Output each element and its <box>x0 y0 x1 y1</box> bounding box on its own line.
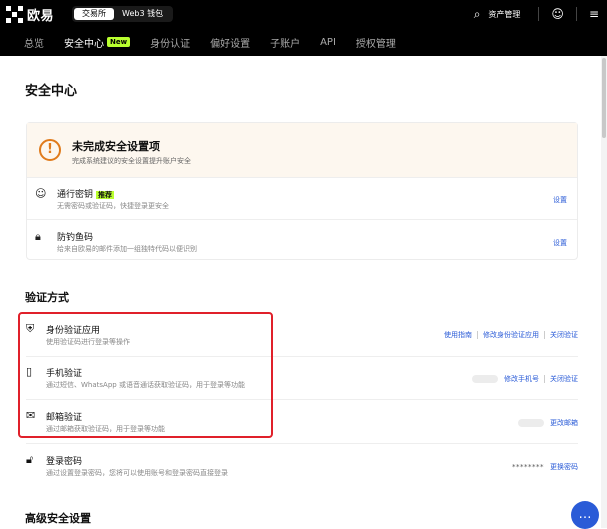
password-title: 登录密码 <box>46 457 83 467</box>
anti-phishing-title: 防钓鱼码 <box>57 233 94 243</box>
masked-email <box>518 419 544 427</box>
search-icon[interactable]: ⌕ <box>474 7 481 22</box>
change-email-link[interactable]: 更改邮箱 <box>550 418 578 428</box>
logo-mark-icon <box>6 6 23 23</box>
divider <box>477 331 478 339</box>
masked-phone-number <box>472 375 498 383</box>
row-divider <box>26 443 578 444</box>
disable-phone-link[interactable]: 关闭验证 <box>550 374 578 384</box>
warning-title: 未完成安全设置项 <box>72 140 160 153</box>
menu-icon[interactable]: ≡ <box>589 7 599 21</box>
warning-header: ! 未完成安全设置项 完成系统建议的安全设置提升账户安全 <box>27 123 577 178</box>
phone-actions: 修改手机号 关闭验证 <box>472 374 578 384</box>
assets-menu[interactable]: 资产管理 <box>488 9 520 20</box>
passkey-title: 通行密钥 推荐 <box>57 187 115 200</box>
logo-text: 欧易 <box>27 9 55 24</box>
passkey-icon: ☺ <box>35 187 47 200</box>
tab-security-center-label: 安全中心 <box>64 38 104 50</box>
recommended-badge: 推荐 <box>96 191 115 199</box>
authenticator-actions: 使用指南 修改身份验证应用 关闭验证 <box>444 330 578 340</box>
top-bar: 欧易 交易所 Web3 钱包 ⌕ 资产管理 ☺ ≡ <box>0 0 607 28</box>
tab-overview[interactable]: 总览 <box>24 35 44 50</box>
scrollbar-thumb[interactable] <box>602 58 606 138</box>
divider <box>544 331 545 339</box>
usage-guide-link[interactable]: 使用指南 <box>444 330 472 340</box>
switch-web3-wallet[interactable]: Web3 钱包 <box>114 8 171 20</box>
user-icon[interactable]: ☺ <box>551 7 564 21</box>
passkey-row: ☺ 通行密钥 推荐 无需密码或验证码，快捷登录更安全 设置 <box>27 179 577 220</box>
warning-icon: ! <box>39 139 61 161</box>
tab-subaccounts[interactable]: 子账户 <box>270 35 300 50</box>
email-actions: 更改邮箱 <box>518 418 578 428</box>
divider <box>538 7 540 21</box>
passkey-setup-link[interactable]: 设置 <box>553 195 567 205</box>
lock-icon: 🔒︎ <box>35 230 41 243</box>
support-chat-icon[interactable]: … <box>571 501 599 529</box>
warning-subtitle: 完成系统建议的安全设置提升账户安全 <box>72 157 191 165</box>
change-phone-link[interactable]: 修改手机号 <box>504 374 539 384</box>
tab-authorization[interactable]: 授权管理 <box>356 35 396 50</box>
password-actions: ******** 更换密码 <box>512 462 578 472</box>
change-password-link[interactable]: 更换密码 <box>550 462 578 472</box>
passkey-title-text: 通行密钥 <box>57 190 94 200</box>
switch-exchange[interactable]: 交易所 <box>74 8 114 20</box>
unlock-icon: 🔓︎ <box>26 453 34 466</box>
top-right-controls: ⌕ 资产管理 ☺ ≡ <box>466 0 607 28</box>
change-authenticator-link[interactable]: 修改身份验证应用 <box>483 330 539 340</box>
anti-phishing-subtitle: 给来自欧易的邮件添加一组独特代码以便识别 <box>57 245 197 253</box>
tab-security-center[interactable]: 安全中心 New <box>64 35 131 50</box>
tab-preferences[interactable]: 偏好设置 <box>210 35 250 50</box>
masked-password: ******** <box>512 463 544 471</box>
verification-section-title: 验证方式 <box>25 291 69 304</box>
login-password-row: 🔓︎ 登录密码 通过设置登录密码，您将可以使用账号和登录密码直接登录 *****… <box>26 453 578 487</box>
tab-api[interactable]: API <box>320 37 336 48</box>
passkey-subtitle: 无需密码或验证码，快捷登录更安全 <box>57 202 169 210</box>
tab-identity[interactable]: 身份认证 <box>150 35 190 50</box>
password-subtitle: 通过设置登录密码，您将可以使用账号和登录密码直接登录 <box>46 469 228 477</box>
okx-logo[interactable]: 欧易 <box>6 5 54 24</box>
disable-authenticator-link[interactable]: 关闭验证 <box>550 330 578 340</box>
account-subnav: 总览 安全中心 New 身份认证 偏好设置 子账户 API 授权管理 <box>0 28 607 56</box>
security-warning-card: ! 未完成安全设置项 完成系统建议的安全设置提升账户安全 ☺ 通行密钥 推荐 无需… <box>26 122 578 260</box>
page-title: 安全中心 <box>25 84 78 99</box>
mode-switch[interactable]: 交易所 Web3 钱包 <box>72 6 174 22</box>
advanced-section-title: 高级安全设置 <box>25 512 91 525</box>
anti-phishing-setup-link[interactable]: 设置 <box>553 238 567 248</box>
anti-phishing-row: 🔒︎ 防钓鱼码 给来自欧易的邮件添加一组独特代码以便识别 设置 <box>27 221 577 261</box>
divider <box>575 7 577 21</box>
new-badge: New <box>107 37 131 47</box>
divider <box>544 375 545 383</box>
highlight-annotation-box <box>18 312 273 438</box>
